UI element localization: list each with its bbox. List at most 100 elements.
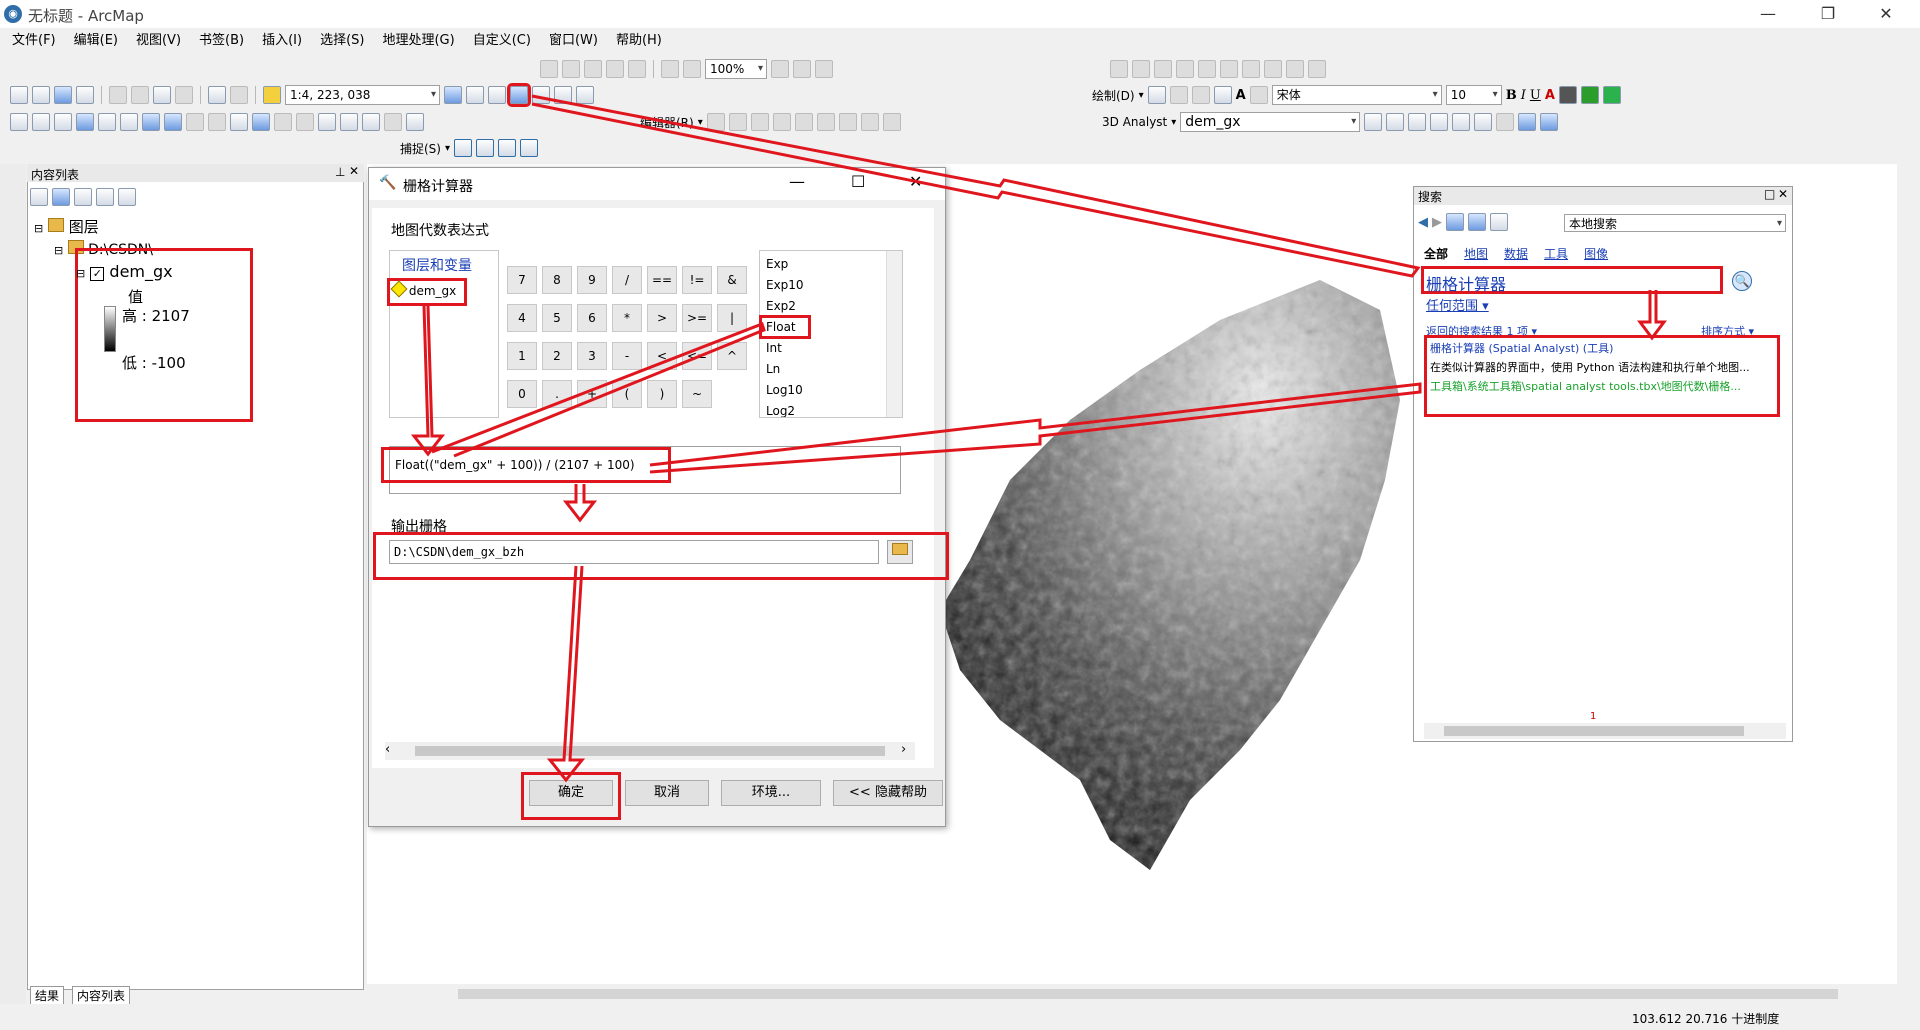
rotate-edit-icon[interactable] [816,113,835,131]
dialog-minimize-button[interactable]: — [789,172,805,191]
html-popup-icon[interactable] [296,113,314,131]
calc-key[interactable]: - [612,342,642,370]
calc-key[interactable]: >= [682,304,712,332]
function-item[interactable]: Exp10 [766,275,896,296]
calc-key[interactable]: . [542,380,572,408]
fixed-zoom-in-icon[interactable] [628,60,646,78]
calc-key[interactable]: == [647,266,677,294]
menu-selection[interactable]: 选择(S) [320,30,364,52]
calc-key[interactable]: + [577,380,607,408]
map-scale-combo[interactable]: 1:4, 223, 038 ▾ [285,85,440,105]
search-result[interactable]: 栅格计算器 (Spatial Analyst) (工具) 在类似计算器的界面中，… [1430,340,1774,394]
list-by-selection-icon[interactable] [96,188,114,206]
rotate-icon[interactable] [1176,60,1194,78]
arcglobe-icon[interactable] [1540,113,1559,131]
layer-visibility-checkbox[interactable]: ✓ [90,267,105,281]
search-window-icon[interactable] [507,83,531,107]
calc-key[interactable]: 2 [542,342,572,370]
graphic-tool-icon[interactable] [1110,60,1128,78]
zoom-whole-page-icon[interactable] [1191,86,1210,104]
select-elements-icon[interactable] [1147,86,1166,104]
guides-icon[interactable] [1286,60,1304,78]
browse-folder-button[interactable] [887,540,913,564]
go-forward-icon[interactable] [164,113,182,131]
function-item[interactable]: Exp2 [766,296,896,317]
italic-button[interactable]: I [1521,88,1526,103]
underline-button[interactable]: U [1530,88,1541,103]
editor-toolbar-icon[interactable] [444,86,462,104]
sketch-icon[interactable] [728,113,747,131]
full-page-icon[interactable] [606,60,624,78]
tab-results[interactable]: 结果 [30,986,65,1005]
clear-selection-icon[interactable] [208,113,226,131]
focus-frame-icon[interactable] [793,60,811,78]
menu-geoprocessing[interactable]: 地理处理(G) [382,30,454,52]
calc-key[interactable]: | [717,304,747,332]
fixed-zoom-out-map-icon[interactable] [120,113,138,131]
modelbuilder-icon[interactable] [576,86,594,104]
calc-key[interactable]: & [717,266,747,294]
list-by-drawing-order-icon[interactable] [30,188,48,206]
trace-icon[interactable] [772,113,791,131]
tab-toc[interactable]: 内容列表 [72,986,131,1005]
draw-menu[interactable]: 绘制(D) [1092,87,1135,104]
output-path-field[interactable]: D:\CSDN\dem_gx_bzh [389,540,879,564]
grid-icon[interactable] [1264,60,1282,78]
menu-edit[interactable]: 编辑(E) [74,30,118,52]
zoom-out-icon[interactable] [32,113,50,131]
calc-key[interactable]: ( [612,380,642,408]
profile-graph-icon[interactable] [1496,113,1515,131]
copy-icon[interactable] [131,86,149,104]
tab-maps[interactable]: 地图 [1464,245,1488,262]
tab-all[interactable]: 全部 [1424,245,1448,262]
search-back-icon[interactable]: ◀ [1418,215,1428,230]
toc-root[interactable]: ⊟ 图层 [34,216,99,237]
search-forward-icon[interactable]: ▶ [1432,215,1442,230]
align-icon[interactable] [1132,60,1150,78]
calc-key[interactable]: ) [647,380,677,408]
map-hscrollbar[interactable] [370,986,1898,1002]
interpolate-point-icon[interactable] [1452,113,1471,131]
restore-button[interactable]: ❐ [1814,4,1842,24]
contour-icon[interactable] [1364,113,1383,131]
new-document-icon[interactable] [10,86,28,104]
go-to-xy-icon[interactable] [384,113,402,131]
calc-key[interactable]: 8 [542,266,572,294]
tab-images[interactable]: 图像 [1584,245,1608,262]
save-icon[interactable] [54,86,72,104]
find-icon[interactable] [340,113,358,131]
font-name-combo[interactable]: 宋体 ▾ [1271,85,1442,105]
layers-list[interactable]: 图层和变量 [389,250,499,418]
end-snap-icon[interactable] [476,139,495,157]
editor-menu[interactable]: 编辑器(R) [640,114,694,131]
arcscene-icon[interactable] [1518,113,1537,131]
calc-key[interactable]: 1 [507,342,537,370]
delete-icon[interactable] [175,86,193,104]
layout-zoom-combo[interactable]: 100% ▾ [705,59,767,79]
search-options-icon[interactable] [1490,213,1508,231]
search-query-input[interactable]: 栅格计算器 [1426,271,1718,294]
list-by-source-icon[interactable] [52,188,70,206]
search-range[interactable]: 任何范围 ▾ [1426,295,1489,314]
attributes-icon[interactable] [838,113,857,131]
search-refresh-icon[interactable] [1468,213,1486,231]
select-elements-map-icon[interactable] [230,113,248,131]
snap-grid-icon[interactable] [1308,60,1326,78]
toc-layer[interactable]: ⊟ ✓ dem_gx [76,262,173,281]
go-back-icon[interactable] [142,113,160,131]
search-pin-icon[interactable]: □ [1764,187,1775,201]
calc-key[interactable]: ^ [717,342,747,370]
cancel-button[interactable]: 取消 [625,780,709,806]
point-snap-icon[interactable] [454,139,473,157]
menu-file[interactable]: 文件(F) [12,30,56,52]
tab-tools[interactable]: 工具 [1544,245,1568,262]
font-size-combo[interactable]: 10 ▾ [1445,85,1502,105]
select-features-icon[interactable] [186,113,204,131]
calc-key[interactable]: 4 [507,304,537,332]
calc-key[interactable]: <= [682,342,712,370]
text-icon[interactable]: A [1236,88,1246,103]
hide-help-button[interactable]: << 隐藏帮助 [833,780,943,806]
zoom-in-layout-icon[interactable] [540,60,558,78]
line-of-sight-icon[interactable] [1408,113,1427,131]
calc-key[interactable]: ~ [682,380,712,408]
